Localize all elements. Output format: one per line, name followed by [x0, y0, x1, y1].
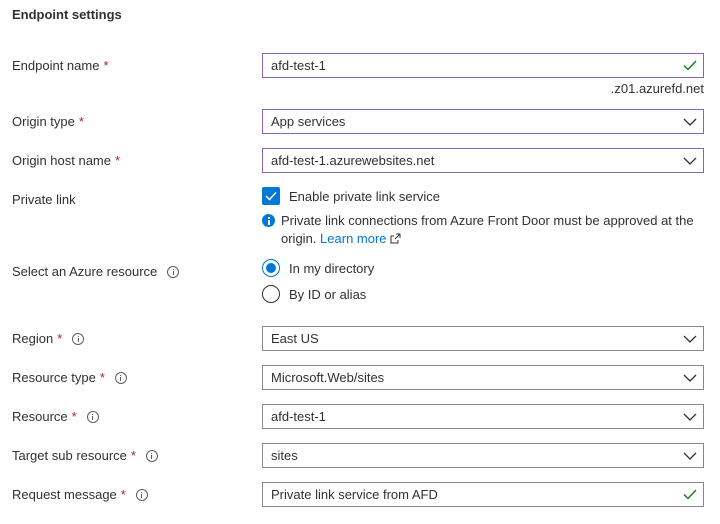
- target-sub-resource-label: Target sub resource *: [12, 448, 158, 463]
- external-link-icon[interactable]: [390, 231, 401, 249]
- origin-host-name-label-text: Origin host name: [12, 153, 111, 168]
- request-message-input[interactable]: Private link service from AFD: [262, 482, 704, 507]
- radio-by-id-or-alias[interactable]: By ID or alias: [262, 285, 366, 303]
- endpoint-name-label: Endpoint name *: [12, 58, 109, 73]
- radio-button-selected[interactable]: [262, 259, 280, 277]
- region-dropdown[interactable]: East US: [262, 326, 704, 351]
- resource-type-label-text: Resource type: [12, 370, 96, 385]
- resource-type-label: Resource type *: [12, 370, 127, 385]
- required-marker: *: [99, 370, 105, 385]
- request-message-label-text: Request message: [12, 487, 117, 502]
- chevron-down-icon[interactable]: [677, 444, 703, 467]
- info-icon[interactable]: [135, 488, 148, 501]
- enable-private-link-checkbox[interactable]: [262, 187, 280, 205]
- chevron-down-icon[interactable]: [677, 149, 703, 172]
- private-link-label: Private link: [12, 192, 76, 207]
- radio-in-my-directory-label: In my directory: [289, 260, 375, 276]
- origin-type-dropdown[interactable]: App services: [262, 109, 704, 134]
- learn-more-link[interactable]: Learn more: [320, 231, 386, 246]
- target-sub-resource-value: sites: [271, 448, 298, 463]
- radio-in-my-directory[interactable]: In my directory: [262, 259, 374, 277]
- region-value: East US: [271, 331, 319, 346]
- valid-check-icon: [677, 54, 703, 77]
- chevron-down-icon[interactable]: [677, 327, 703, 350]
- select-azure-resource-label: Select an Azure resource: [12, 264, 180, 279]
- origin-host-name-value: afd-test-1.azurewebsites.net: [271, 153, 435, 168]
- required-marker: *: [120, 487, 126, 502]
- endpoint-name-value: afd-test-1: [271, 58, 326, 73]
- resource-type-value: Microsoft.Web/sites: [271, 370, 385, 385]
- info-icon[interactable]: [167, 265, 180, 278]
- region-label: Region *: [12, 331, 85, 346]
- info-icon[interactable]: [114, 371, 127, 384]
- section-title: Endpoint settings: [12, 7, 122, 22]
- target-sub-resource-label-text: Target sub resource: [12, 448, 127, 463]
- origin-type-label-text: Origin type: [12, 114, 75, 129]
- chevron-down-icon[interactable]: [677, 405, 703, 428]
- required-marker: *: [78, 114, 84, 129]
- radio-by-id-or-alias-label: By ID or alias: [289, 286, 367, 302]
- info-icon: [262, 214, 275, 227]
- origin-host-name-dropdown[interactable]: afd-test-1.azurewebsites.net: [262, 148, 704, 173]
- origin-host-name-label: Origin host name *: [12, 153, 120, 168]
- resource-dropdown[interactable]: afd-test-1: [262, 404, 704, 429]
- radio-button[interactable]: [262, 285, 280, 303]
- required-marker: *: [130, 448, 136, 463]
- chevron-down-icon[interactable]: [677, 366, 703, 389]
- info-icon[interactable]: [145, 449, 158, 462]
- endpoint-name-input[interactable]: afd-test-1: [262, 53, 704, 78]
- chevron-down-icon[interactable]: [677, 110, 703, 133]
- required-marker: *: [103, 58, 109, 73]
- origin-type-label: Origin type *: [12, 114, 84, 129]
- private-link-label-text: Private link: [12, 192, 76, 207]
- required-marker: *: [115, 153, 121, 168]
- region-label-text: Region: [12, 331, 54, 346]
- target-sub-resource-dropdown[interactable]: sites: [262, 443, 704, 468]
- private-link-info-message: Private link connections from Azure Fron…: [262, 212, 707, 249]
- endpoint-name-label-text: Endpoint name: [12, 58, 100, 73]
- private-link-info-text: Private link connections from Azure Fron…: [281, 212, 707, 249]
- request-message-label: Request message *: [12, 487, 148, 502]
- resource-value: afd-test-1: [271, 409, 326, 424]
- enable-private-link-checkbox-row[interactable]: Enable private link service: [262, 187, 440, 205]
- required-marker: *: [71, 409, 77, 424]
- resource-type-dropdown[interactable]: Microsoft.Web/sites: [262, 365, 704, 390]
- required-marker: *: [57, 331, 63, 346]
- valid-check-icon: [677, 483, 703, 506]
- request-message-value: Private link service from AFD: [271, 487, 438, 502]
- resource-label: Resource *: [12, 409, 99, 424]
- resource-label-text: Resource: [12, 409, 68, 424]
- select-azure-resource-label-text: Select an Azure resource: [12, 264, 158, 279]
- endpoint-domain-suffix: .z01.azurefd.net: [610, 81, 704, 96]
- info-icon[interactable]: [86, 410, 99, 423]
- info-icon[interactable]: [72, 332, 85, 345]
- enable-private-link-label: Enable private link service: [289, 188, 441, 204]
- origin-type-value: App services: [271, 114, 346, 129]
